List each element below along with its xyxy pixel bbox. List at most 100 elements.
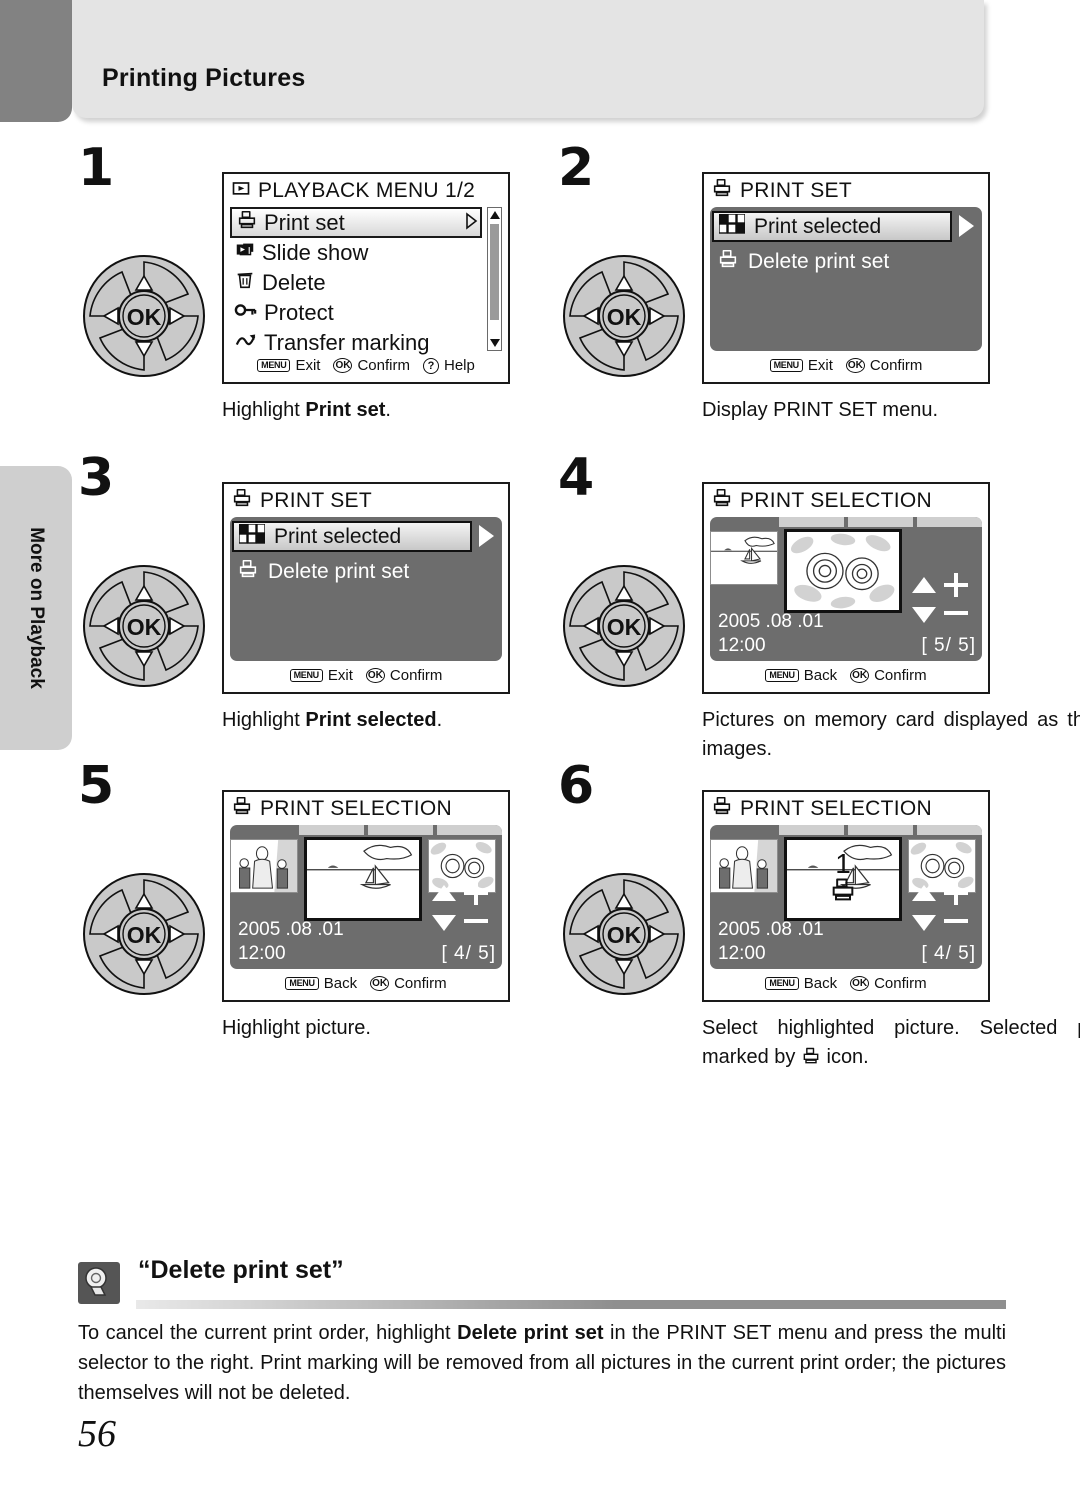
scrollbar-thumb[interactable] [490, 224, 499, 320]
svg-text:OK: OK [607, 614, 642, 640]
lcd-footer: MENU Exit OK Confirm [704, 351, 988, 380]
print-set-panel: Print selected Delete print set [710, 207, 982, 351]
ok-key-icon: OK [850, 668, 870, 683]
lcd-body: 2005 .08 .01 12:00 [ 4/ 5] [230, 825, 502, 969]
lcd-footer-item: OK Confirm [370, 975, 447, 992]
playback-menu-list: Print set Slide show Delete Protect Transfer… [230, 207, 502, 355]
step-row: 5 OK PRINT SELECTION 2005 .08 .01 12:00[ 4/ … [0, 760, 1080, 1078]
step-number: 5 [78, 756, 115, 816]
menu-item-delete-print-set[interactable]: Delete print set [232, 556, 496, 587]
thumbnail-selected[interactable] [784, 529, 902, 613]
menu-item-delete[interactable]: Delete [230, 268, 502, 298]
key-icon [234, 299, 258, 327]
menu-item-print-set[interactable]: Print set [230, 207, 482, 238]
svg-text:OK: OK [607, 922, 642, 948]
lcd-footer-label: Confirm [357, 357, 410, 374]
lcd-footer-item: OK Confirm [850, 975, 927, 992]
right-arrow-icon[interactable] [959, 215, 974, 237]
thumbnail-selected[interactable] [304, 837, 422, 921]
plus-minus-indicator [910, 881, 972, 935]
header-band [72, 0, 984, 118]
scroll-down-arrow-icon[interactable] [490, 339, 500, 347]
ok-key-icon: OK [365, 668, 385, 683]
menu-key-icon: MENU [257, 359, 291, 372]
lcd-footer-item: MENU Back [765, 975, 837, 992]
menu-item-label: Slide show [262, 240, 369, 265]
multi-selector[interactable]: OK [82, 254, 206, 378]
menu-item-label: Delete [262, 270, 326, 295]
grid-icon [718, 212, 746, 240]
step-caption: Pictures on memory card displayed as thu… [702, 706, 1080, 764]
menu-item-label: Protect [264, 300, 334, 325]
plus-minus-indicator [910, 573, 972, 627]
lcd-footer-item: MENU Back [285, 975, 357, 992]
printer-icon [236, 209, 258, 237]
lcd-title-bar: PLAYBACK MENU 1/2 [224, 174, 508, 207]
menu-scrollbar[interactable] [487, 207, 502, 351]
multi-selector[interactable]: OK [562, 254, 686, 378]
tip-bulb-icon [78, 1262, 120, 1304]
menu-item-print-selected[interactable]: Print selected [232, 521, 472, 552]
corner-tab-decoration [0, 0, 72, 122]
thumbnail-left[interactable] [230, 839, 298, 893]
playback-icon [231, 178, 251, 203]
menu-item-slide-show[interactable]: Slide show [230, 238, 502, 268]
menu-key-icon: MENU [765, 669, 799, 682]
menu-key-icon: MENU [289, 669, 323, 682]
lcd-footer-item: ? Help [422, 357, 475, 374]
menu-item-delete-print-set[interactable]: Delete print set [712, 246, 976, 277]
lcd-footer-label: Exit [327, 667, 353, 684]
thumbnail-left[interactable] [710, 839, 778, 893]
multi-selector[interactable]: OK [562, 872, 686, 996]
camera-lcd-screen: PRINT SET Print selected Delete print set M… [702, 172, 990, 384]
menu-item-transfer-marking[interactable]: Transfer marking [230, 328, 502, 358]
lcd-footer-item: OK Confirm [333, 357, 410, 374]
printer-icon [801, 1046, 821, 1075]
caption-text: Highlight [222, 709, 306, 731]
menu-item-print-selected[interactable]: Print selected [712, 211, 952, 242]
step-number: 2 [558, 138, 595, 198]
lcd-body: Print selected Delete print set [710, 207, 982, 351]
right-arrow-icon[interactable] [479, 525, 494, 547]
menu-key-icon: MENU [769, 359, 803, 372]
step-caption: Highlight picture. [222, 1014, 522, 1043]
ok-key-icon: OK [845, 358, 865, 373]
lcd-footer-item: MENU Exit [769, 357, 833, 374]
thumbnail-selected[interactable]: 1 [784, 837, 902, 921]
lcd-title-bar: PRINT SET [224, 484, 508, 517]
transfer-icon [234, 329, 258, 357]
lcd-footer-label: Exit [295, 357, 321, 374]
scroll-up-arrow-icon[interactable] [490, 211, 500, 219]
multi-selector[interactable]: OK [82, 872, 206, 996]
photo-counter: [ 4/ 5] [441, 943, 496, 964]
note-divider [136, 1300, 1006, 1309]
caption-text: Display PRINT SET menu. [702, 399, 939, 421]
menu-item-label: Transfer marking [264, 330, 430, 355]
print-selection-panel: 1 2005 .08 .01 12:00 [ 4/ 5] [710, 825, 982, 969]
note-body: To cancel the current print order, highl… [78, 1318, 1006, 1408]
lcd-footer-label: Confirm [869, 357, 923, 374]
lcd-footer-label: Exit [807, 357, 833, 374]
menu-item-label: Delete print set [268, 559, 410, 583]
thumbnail-strip-indicator [710, 825, 982, 835]
multi-selector[interactable]: OK [562, 564, 686, 688]
menu-item-label: Delete print set [748, 249, 890, 273]
printer-icon [717, 248, 739, 276]
lcd-title-text: PRINT SELECTION [740, 796, 932, 820]
printer-icon [231, 487, 253, 514]
lcd-footer-label: Confirm [874, 975, 927, 992]
photo-date: 2005 .08 .01 [718, 919, 824, 940]
menu-item-label: Print selected [274, 524, 402, 548]
step-caption: Select highlighted picture. Selected pic… [702, 1014, 1080, 1075]
thumbnail-left[interactable] [710, 531, 778, 585]
photo-counter: [ 5/ 5] [921, 635, 976, 656]
caption-text-end: . [385, 399, 391, 421]
multi-selector[interactable]: OK [82, 564, 206, 688]
lcd-title-text: PRINT SELECTION [260, 796, 452, 820]
printer-icon [711, 177, 733, 204]
menu-item-protect[interactable]: Protect [230, 298, 502, 328]
lcd-body: Print selected Delete print set [230, 517, 502, 661]
step-caption: Highlight Print selected. [222, 706, 522, 735]
lcd-footer: MENU Back OK Confirm [704, 661, 988, 690]
thumbnail-strip-indicator [230, 825, 502, 835]
